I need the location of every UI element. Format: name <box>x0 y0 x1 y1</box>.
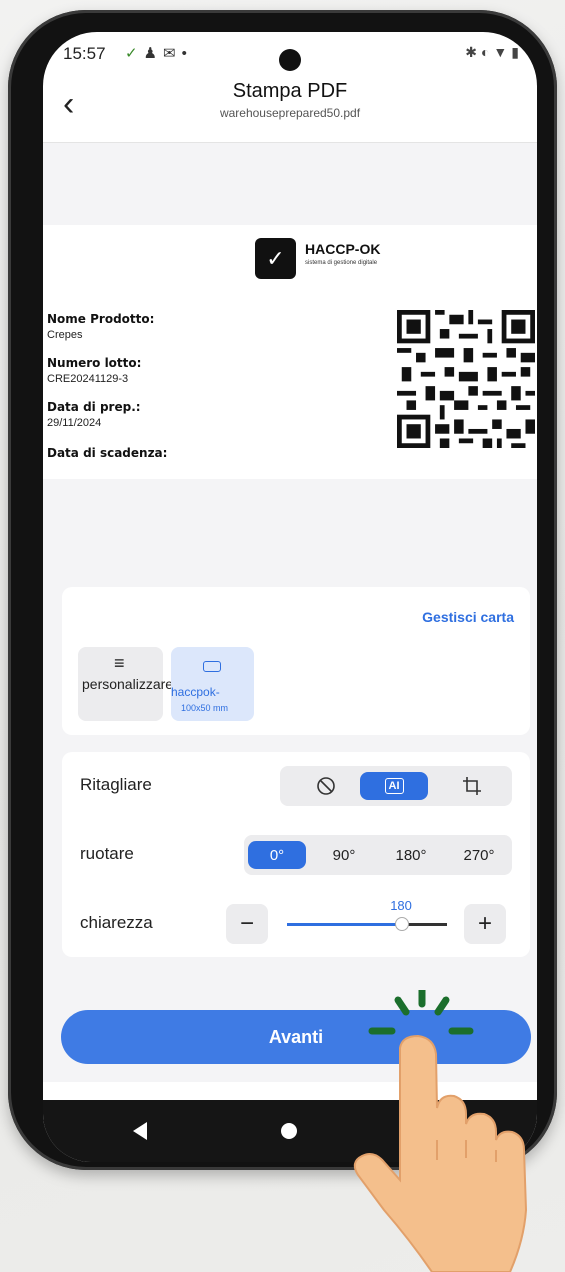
nav-back-icon[interactable] <box>133 1122 147 1140</box>
paper-option-haccpok-label: haccpok- <box>171 685 220 699</box>
rotate-selector: 0° 90° 180° 270° <box>244 835 512 875</box>
tap-highlight-icon <box>368 990 474 1035</box>
status-time: 15:57 <box>63 44 106 63</box>
haccp-logo-icon: ✓ <box>255 238 296 279</box>
brightness-decrease-button[interactable]: − <box>226 904 268 944</box>
paper-option-haccpok-size: 100x50 mm <box>181 703 229 713</box>
wifi-icon: ▼ <box>493 44 512 60</box>
rotate-180-option[interactable]: 180° <box>378 835 444 875</box>
brightness-label: chiarezza <box>80 913 153 932</box>
edit-lines-icon: ≡ <box>114 653 125 673</box>
dot-icon: • <box>181 45 193 62</box>
status-left-icons: ✓♟✉• <box>125 44 193 62</box>
rotate-label: ruotare <box>80 844 134 863</box>
field-label-lot: Numero lotto: <box>47 356 142 370</box>
nav-home-icon[interactable] <box>281 1123 297 1139</box>
status-right-icons: ✱◐▼▮ <box>465 44 523 61</box>
field-value-product: Crepes <box>47 329 83 341</box>
haccp-logo-icon: ✓ <box>125 45 144 62</box>
brightness-increase-button[interactable]: + <box>464 904 506 944</box>
bluetooth-icon: ✱ <box>465 44 481 60</box>
brand-tagline: sistema di gestione digitale <box>305 260 378 266</box>
paper-option-custom-label: personalizzare <box>82 676 174 692</box>
person-icon: ♟ <box>143 45 164 62</box>
field-label-product: Nome Prodotto: <box>47 312 155 326</box>
brightness-slider-thumb[interactable] <box>395 917 410 931</box>
settings-card: Ritagliare AI ruotare 0° 90° 180° 270° c <box>62 752 530 957</box>
field-value-lot: CRE20241129-3 <box>47 373 129 385</box>
gmail-icon: ✉ <box>163 45 182 62</box>
label-preview: ✓ HACCP-OK sistema di gestione digitale … <box>43 225 537 479</box>
tap-hand-icon <box>353 990 528 1272</box>
camera-hole <box>279 49 301 71</box>
crop-none-option[interactable] <box>294 766 358 806</box>
app-header: ‹ Stampa PDF warehouseprepared50.pdf <box>43 76 537 142</box>
crop-manual-option[interactable] <box>440 766 504 806</box>
paper-option-haccpok[interactable]: haccpok- 100x50 mm <box>171 647 254 721</box>
page-subtitle: warehouseprepared50.pdf <box>219 106 361 120</box>
page-title: Stampa PDF <box>232 80 348 102</box>
vibrate-icon: ◐ <box>480 44 494 60</box>
none-icon <box>317 777 335 795</box>
field-label-prep-date: Data di prep.: <box>47 400 141 414</box>
rotate-0-option[interactable]: 0° <box>248 841 306 869</box>
battery-icon: ▮ <box>511 44 523 60</box>
crop-label: Ritagliare <box>80 775 152 794</box>
crop-selector: AI <box>280 766 512 806</box>
manage-paper-link[interactable]: Gestisci carta <box>422 609 514 625</box>
rectangle-icon <box>203 661 221 672</box>
ai-crop-icon: AI <box>384 778 404 794</box>
status-bar: 15:57 ✓♟✉• ✱◐▼▮ <box>43 32 537 76</box>
rotate-270-option[interactable]: 270° <box>446 835 512 875</box>
paper-option-custom[interactable]: ≡ personalizzare <box>78 647 174 721</box>
brightness-value: 180 <box>390 898 412 913</box>
crop-icon <box>463 777 481 795</box>
field-value-prep-date: 29/11/2024 <box>47 417 102 429</box>
brand-name: HACCP-OK <box>305 241 381 257</box>
field-label-expiry: Data di scadenza: <box>47 446 168 460</box>
rotate-90-option[interactable]: 90° <box>314 835 374 875</box>
crop-ai-option[interactable]: AI <box>360 772 428 800</box>
paper-card: Gestisci carta ≡ personalizzare haccpok-… <box>62 587 530 735</box>
qr-code <box>397 310 535 448</box>
brightness-slider-fill <box>287 923 403 926</box>
